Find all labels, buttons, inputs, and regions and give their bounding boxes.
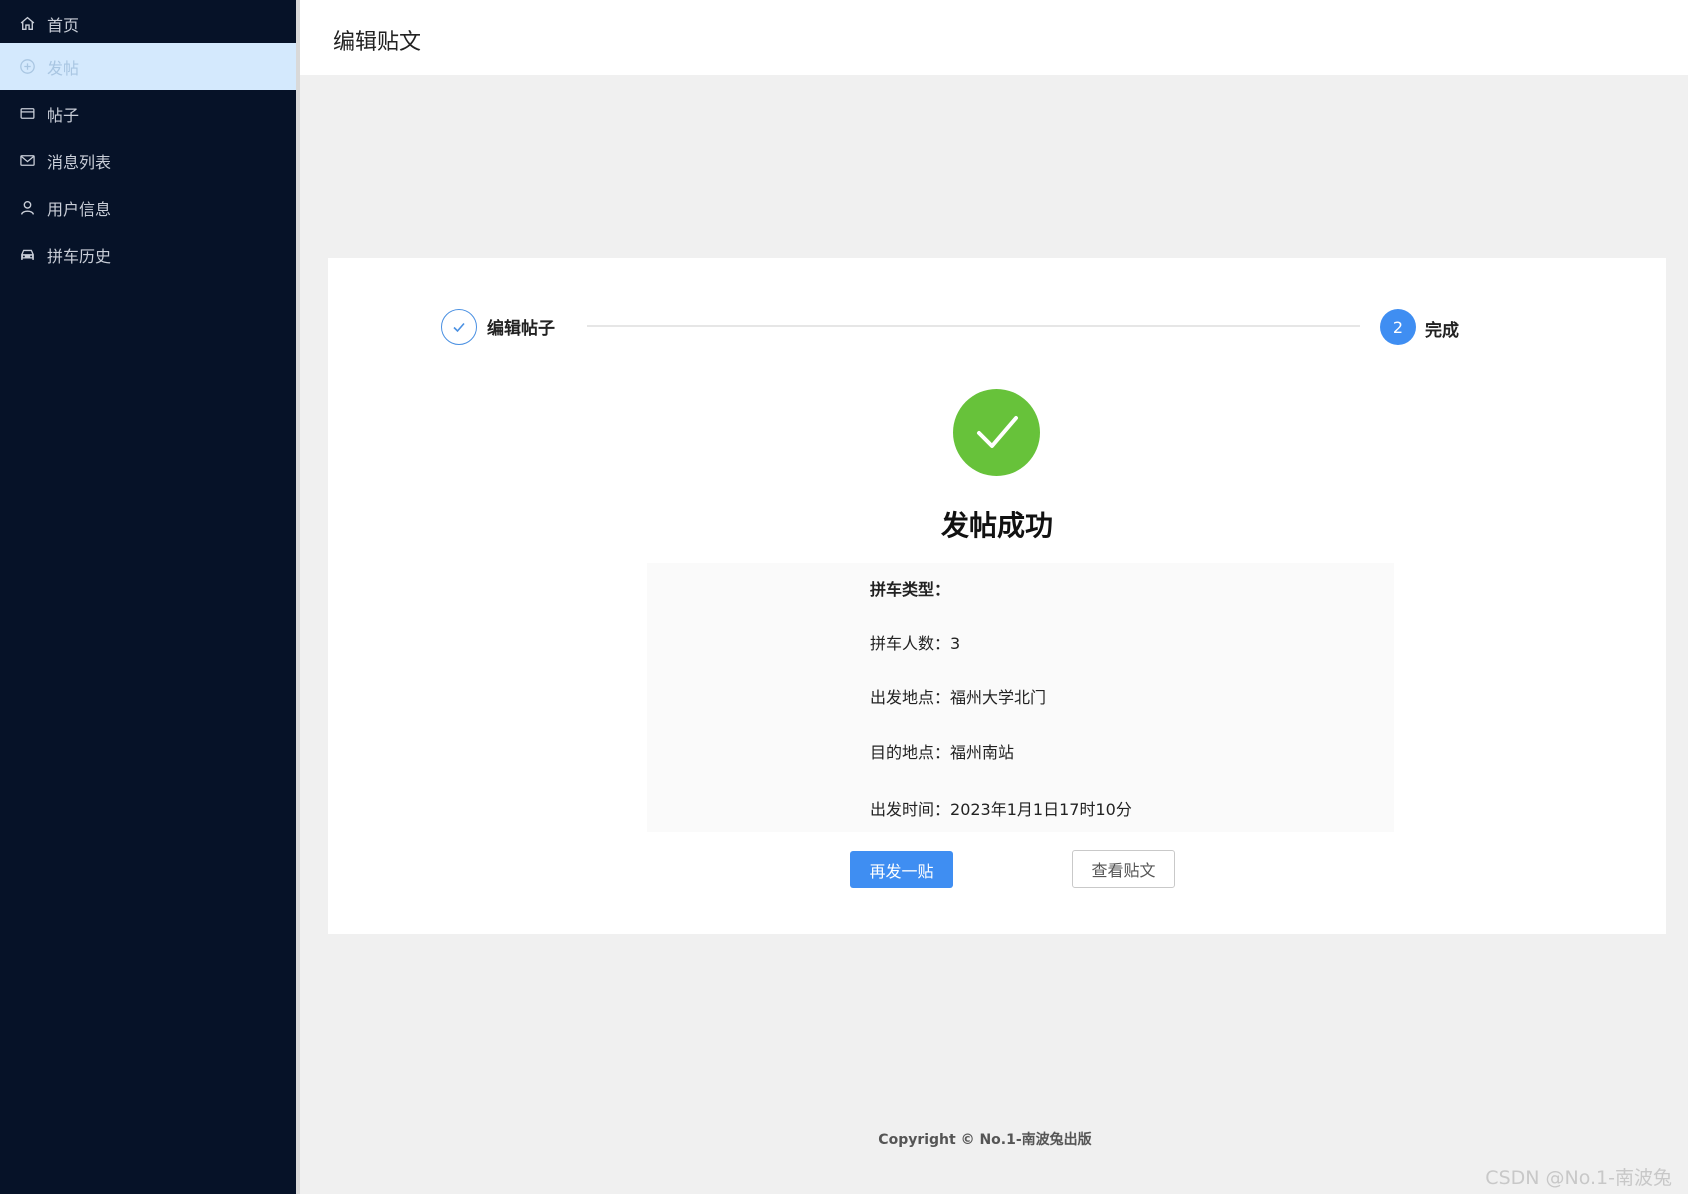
home-icon bbox=[18, 15, 36, 33]
step-number-icon: 2 bbox=[1380, 309, 1416, 345]
post-again-button[interactable]: 再发一贴 bbox=[850, 851, 953, 888]
sidebar-scrollbar[interactable] bbox=[296, 0, 300, 1194]
detail-destination: 目的地点：福州南站 bbox=[870, 739, 1014, 763]
step-connector bbox=[587, 325, 1360, 327]
sidebar-item-post[interactable]: 发帖 bbox=[0, 43, 296, 90]
sidebar-item-label: 帖子 bbox=[47, 105, 80, 125]
sidebar-item-posts[interactable]: 帖子 bbox=[0, 90, 296, 137]
success-title: 发帖成功 bbox=[940, 509, 1053, 542]
step-done-icon bbox=[441, 309, 477, 345]
detail-value: 2023年1月1日17时10分 bbox=[950, 800, 1132, 819]
detail-key: 目的地点： bbox=[870, 743, 951, 762]
sidebar-item-label: 发帖 bbox=[47, 58, 80, 78]
detail-carpool-type: 拼车类型： bbox=[870, 576, 950, 600]
header: 编辑贴文 bbox=[300, 0, 1688, 75]
detail-value: 福州大学北门 bbox=[950, 688, 1047, 707]
detail-key: 出发时间： bbox=[870, 800, 951, 819]
mail-icon bbox=[18, 152, 36, 170]
page-title: 编辑贴文 bbox=[333, 30, 422, 55]
detail-value: 3 bbox=[950, 634, 961, 653]
detail-passenger-count: 拼车人数：3 bbox=[870, 630, 960, 654]
detail-key: 出发地点： bbox=[870, 688, 951, 707]
step-label-complete: 完成 bbox=[1425, 321, 1459, 341]
detail-key: 拼车人数： bbox=[870, 634, 951, 653]
success-check-icon bbox=[953, 389, 1040, 476]
view-post-button[interactable]: 查看贴文 bbox=[1072, 850, 1175, 888]
sidebar-item-label: 用户信息 bbox=[47, 199, 112, 219]
detail-departure-time: 出发时间：2023年1月1日17时10分 bbox=[870, 796, 1132, 820]
detail-departure: 出发地点：福州大学北门 bbox=[870, 684, 1046, 708]
step-label-edit: 编辑帖子 bbox=[487, 319, 555, 339]
sidebar-item-messages[interactable]: 消息列表 bbox=[0, 137, 296, 184]
sidebar: 首页 发帖 帖子 消息列表 用户信息 拼车历史 bbox=[0, 0, 296, 1194]
car-icon bbox=[18, 246, 36, 264]
sidebar-item-user-info[interactable]: 用户信息 bbox=[0, 184, 296, 231]
plus-circle-icon bbox=[18, 58, 36, 76]
user-icon bbox=[18, 199, 36, 217]
card-icon bbox=[18, 105, 36, 123]
watermark: CSDN @No.1-南波兔 bbox=[1485, 1167, 1672, 1189]
sidebar-item-carpool-history[interactable]: 拼车历史 bbox=[0, 231, 296, 278]
footer-copyright: Copyright © No.1-南波兔出版 bbox=[878, 1132, 1092, 1148]
sidebar-item-home[interactable]: 首页 bbox=[0, 0, 296, 47]
sidebar-item-label: 首页 bbox=[47, 15, 80, 35]
detail-key: 拼车类型： bbox=[870, 580, 951, 599]
sidebar-item-label: 拼车历史 bbox=[47, 246, 112, 266]
sidebar-item-label: 消息列表 bbox=[47, 152, 112, 172]
detail-value: 福州南站 bbox=[950, 743, 1015, 762]
